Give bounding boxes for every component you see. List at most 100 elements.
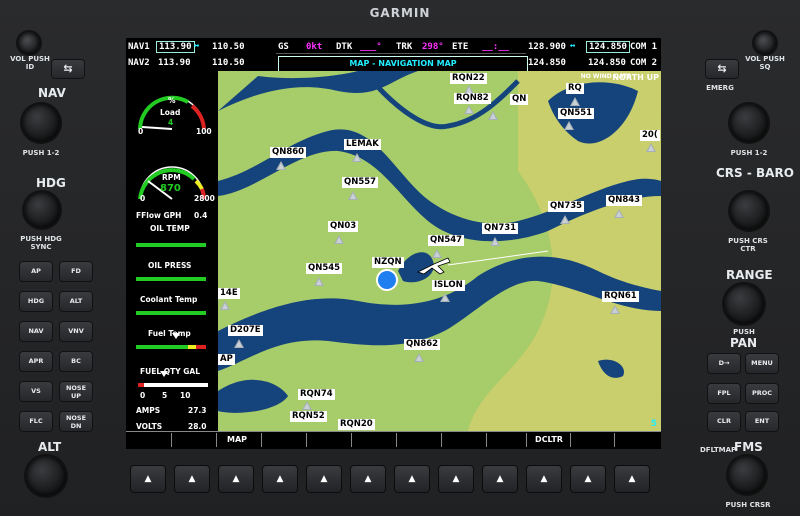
push-label: PUSH (733, 328, 755, 336)
nav-button[interactable]: NAV (20, 322, 52, 341)
waypoint-label[interactable]: 14E (218, 288, 240, 299)
softkey-9[interactable]: ▲ (483, 466, 517, 492)
waypoint-label[interactable]: RQN20 (338, 419, 375, 430)
softkey-label-2: MAP (216, 433, 257, 447)
softkey-6[interactable]: ▲ (351, 466, 385, 492)
waypoint-label[interactable]: 20( (640, 130, 660, 141)
amps-label: AMPS (136, 406, 161, 415)
hdg-knob[interactable] (24, 192, 60, 228)
nose-up-button[interactable]: NOSE UP (60, 382, 92, 401)
apr-button[interactable]: APR (20, 352, 52, 371)
navigation-map[interactable]: RQN22 RQN82 QN RQ QN551 20( QN860 LEMAK … (218, 71, 661, 431)
waypoint-label[interactable]: QN843 (606, 195, 643, 206)
bc-button[interactable]: BC (60, 352, 92, 371)
softkey-2[interactable]: ▲ (175, 466, 209, 492)
alt-knob[interactable] (26, 456, 66, 496)
waypoint-icon (646, 143, 656, 152)
nav-swap-button[interactable]: ⇆ (52, 60, 84, 78)
crs-baro-knob[interactable] (730, 192, 768, 230)
waypoint-label[interactable]: RQN22 (450, 73, 487, 84)
map-range: 5 (650, 419, 657, 429)
nav-volume-knob[interactable] (18, 32, 40, 54)
direct-to-button[interactable]: D→ (708, 354, 740, 373)
load-unit: % (168, 96, 176, 105)
softkey-7[interactable]: ▲ (395, 466, 429, 492)
waypoint-icon (570, 97, 580, 106)
waypoint-label[interactable]: RQN82 (454, 93, 491, 104)
proc-button[interactable]: PROC (746, 384, 778, 403)
fuel-scale-0: 0 (140, 391, 146, 400)
waypoint-icon (314, 277, 324, 286)
waypoint-label[interactable]: QN547 (428, 235, 465, 246)
ent-button[interactable]: ENT (746, 412, 778, 431)
nav-tune-knob[interactable] (22, 104, 60, 142)
softkey-4[interactable]: ▲ (263, 466, 297, 492)
menu-button[interactable]: MENU (746, 354, 778, 373)
softkey-3[interactable]: ▲ (219, 466, 253, 492)
waypoint-label[interactable]: QN862 (404, 339, 441, 350)
clr-button[interactable]: CLR (708, 412, 740, 431)
nav2-active-freq[interactable]: 113.90 (158, 58, 191, 68)
waypoint-label[interactable]: QN545 (306, 263, 343, 274)
nose-dn-button[interactable]: NOSE DN (60, 412, 92, 431)
flc-button[interactable]: FLC (20, 412, 52, 431)
waypoint-label[interactable]: ISLON (432, 280, 465, 291)
ete-value: __:__ (482, 42, 510, 52)
airport-icon[interactable] (376, 269, 398, 291)
ete-label: ETE (452, 42, 469, 52)
waypoint-label[interactable]: D207E (228, 325, 263, 336)
range-pan-joystick[interactable] (724, 284, 764, 324)
ap-button[interactable]: AP (20, 262, 52, 281)
vnv-button[interactable]: VNV (60, 322, 92, 341)
engine-indication-panel: % Load 4 0 100 RPM 870 0 2800 FFlow GPH … (126, 71, 218, 431)
waypoint-label[interactable]: RQN61 (602, 291, 639, 302)
volts-label: VOLTS (136, 422, 163, 431)
nav2-standby-freq[interactable]: 110.50 (212, 58, 245, 68)
gs-label: GS (278, 42, 289, 52)
com-tune-knob[interactable] (730, 104, 768, 142)
waypoint-label[interactable]: QN557 (342, 177, 379, 188)
fpl-button[interactable]: FPL (708, 384, 740, 403)
hdg-button[interactable]: HDG (20, 292, 52, 311)
com2-active-freq[interactable]: 124.850 (588, 58, 626, 68)
waypoint-label[interactable]: QN (510, 94, 529, 105)
softkey-label-6 (396, 433, 437, 447)
alt-button[interactable]: ALT (60, 292, 92, 311)
waypoint-label[interactable]: QN735 (548, 201, 585, 212)
waypoint-icon (614, 209, 624, 218)
waypoint-label[interactable]: QN731 (482, 223, 519, 234)
waypoint-label[interactable]: QN860 (270, 147, 307, 158)
gs-value: 0kt (306, 42, 323, 52)
fd-button[interactable]: FD (60, 262, 92, 281)
com-swap-button[interactable]: ⇆ (706, 60, 738, 78)
waypoint-label[interactable]: QN551 (558, 108, 595, 119)
waypoint-label[interactable]: LEMAK (344, 139, 381, 150)
com-volume-knob[interactable] (754, 32, 776, 54)
vol-push-sq-label: VOL PUSH SQ (745, 55, 785, 71)
vs-button[interactable]: VS (20, 382, 52, 401)
softkey-label-dcltr: DCLTR (526, 433, 571, 447)
com1-active-freq[interactable]: 124.850 (586, 41, 630, 53)
dtk-value: ___° (360, 42, 382, 52)
nav-push-12-label: PUSH 1-2 (22, 149, 60, 157)
softkey-label-10 (570, 433, 611, 447)
softkey-8[interactable]: ▲ (439, 466, 473, 492)
nav1-standby-freq[interactable]: 110.50 (212, 42, 245, 52)
nav1-active-freq[interactable]: 113.90 (156, 41, 195, 53)
waypoint-label[interactable]: RQN74 (298, 389, 335, 400)
waypoint-label[interactable]: RQ (566, 83, 584, 94)
softkey-10[interactable]: ▲ (527, 466, 561, 492)
map-orientation[interactable]: NORTH UP (612, 73, 659, 82)
waypoint-label[interactable]: QN03 (328, 221, 359, 232)
waypoint-label[interactable]: RQN52 (290, 411, 327, 422)
fms-knob[interactable] (728, 456, 766, 494)
softkey-11[interactable]: ▲ (571, 466, 605, 492)
waypoint-label[interactable]: AP (218, 354, 235, 365)
rpm-label: RPM (162, 173, 181, 182)
com2-standby-freq[interactable]: 124.850 (528, 58, 566, 68)
com1-standby-freq[interactable]: 128.900 (528, 42, 566, 52)
softkey-5[interactable]: ▲ (307, 466, 341, 492)
softkey-12[interactable]: ▲ (615, 466, 649, 492)
softkey-1[interactable]: ▲ (131, 466, 165, 492)
load-min: 0 (138, 127, 144, 136)
